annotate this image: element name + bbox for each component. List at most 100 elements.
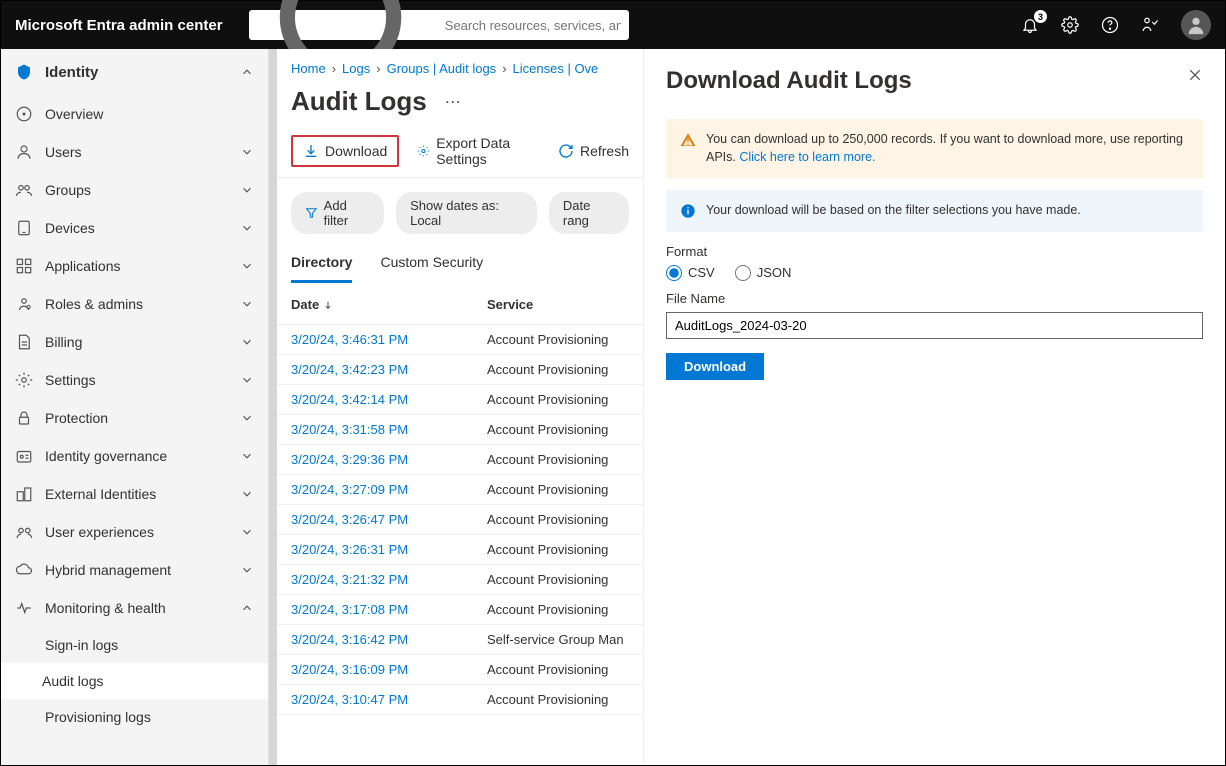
- format-json-radio[interactable]: JSON: [735, 265, 792, 281]
- chevron-down-icon: [240, 525, 254, 539]
- row-date-link[interactable]: 3/20/24, 3:46:31 PM: [291, 332, 487, 347]
- settings-icon[interactable]: [1061, 16, 1079, 34]
- date-display-filter[interactable]: Show dates as: Local: [396, 192, 537, 234]
- table-row[interactable]: 3/20/24, 3:17:08 PMAccount Provisioning: [277, 595, 643, 625]
- sidebar-icon: [15, 409, 33, 427]
- sidebar-item-groups[interactable]: Groups: [1, 171, 268, 209]
- breadcrumb-link[interactable]: Logs: [342, 61, 370, 76]
- row-service: Account Provisioning: [487, 602, 629, 617]
- row-date-link[interactable]: 3/20/24, 3:10:47 PM: [291, 692, 487, 707]
- sidebar-subitem-audit-logs[interactable]: Audit logs: [1, 663, 268, 699]
- content-area: Home › Logs › Groups | Audit logs › Lice…: [269, 49, 643, 765]
- table-row[interactable]: 3/20/24, 3:16:09 PMAccount Provisioning: [277, 655, 643, 685]
- format-label: Format: [666, 244, 1203, 259]
- breadcrumb-link[interactable]: Licenses | Ove: [513, 61, 599, 76]
- row-service: Account Provisioning: [487, 392, 629, 407]
- search-input[interactable]: [439, 18, 621, 33]
- sidebar-item-identity-governance[interactable]: Identity governance: [1, 437, 268, 475]
- sidebar-subitem-sign-in-logs[interactable]: Sign-in logs: [1, 627, 268, 663]
- refresh-button[interactable]: Refresh: [558, 143, 629, 159]
- table-row[interactable]: 3/20/24, 3:42:23 PMAccount Provisioning: [277, 355, 643, 385]
- breadcrumb-link[interactable]: Home: [291, 61, 326, 76]
- notifications-icon[interactable]: 3: [1021, 16, 1039, 34]
- page-title: Audit Logs: [291, 86, 427, 131]
- sidebar-item-users[interactable]: Users: [1, 133, 268, 171]
- learn-more-link[interactable]: Click here to learn more.: [739, 150, 875, 164]
- row-service: Account Provisioning: [487, 692, 629, 707]
- sidebar-item-devices[interactable]: Devices: [1, 209, 268, 247]
- row-date-link[interactable]: 3/20/24, 3:42:23 PM: [291, 362, 487, 377]
- filename-label: File Name: [666, 291, 1203, 306]
- feedback-icon[interactable]: [1141, 16, 1159, 34]
- close-icon[interactable]: [1187, 67, 1203, 83]
- info-icon: [680, 203, 696, 219]
- help-icon[interactable]: [1101, 16, 1119, 34]
- chevron-down-icon: [240, 335, 254, 349]
- table-row[interactable]: 3/20/24, 3:27:09 PMAccount Provisioning: [277, 475, 643, 505]
- sidebar-item-external-identities[interactable]: External Identities: [1, 475, 268, 513]
- table-row[interactable]: 3/20/24, 3:21:32 PMAccount Provisioning: [277, 565, 643, 595]
- sidebar-section-identity[interactable]: Identity: [1, 49, 268, 95]
- sidebar-icon: [15, 143, 33, 161]
- tab-custom-security[interactable]: Custom Security: [380, 248, 483, 283]
- row-date-link[interactable]: 3/20/24, 3:16:42 PM: [291, 632, 487, 647]
- more-actions-icon[interactable]: ⋯: [445, 92, 461, 126]
- sidebar-item-billing[interactable]: Billing: [1, 323, 268, 361]
- row-date-link[interactable]: 3/20/24, 3:21:32 PM: [291, 572, 487, 587]
- breadcrumb-separator: ›: [332, 61, 336, 76]
- chevron-down-icon: [240, 411, 254, 425]
- row-date-link[interactable]: 3/20/24, 3:29:36 PM: [291, 452, 487, 467]
- row-service: Self-service Group Man: [487, 632, 629, 647]
- topbar: Microsoft Entra admin center 3: [1, 1, 1225, 49]
- avatar[interactable]: [1181, 10, 1211, 40]
- sidebar-item-settings[interactable]: Settings: [1, 361, 268, 399]
- global-search[interactable]: [249, 10, 629, 40]
- notification-badge: 3: [1034, 10, 1047, 23]
- sidebar-item-protection[interactable]: Protection: [1, 399, 268, 437]
- row-date-link[interactable]: 3/20/24, 3:27:09 PM: [291, 482, 487, 497]
- row-date-link[interactable]: 3/20/24, 3:17:08 PM: [291, 602, 487, 617]
- download-button[interactable]: Download: [291, 135, 399, 167]
- table-row[interactable]: 3/20/24, 3:31:58 PMAccount Provisioning: [277, 415, 643, 445]
- date-range-filter[interactable]: Date rang: [549, 192, 629, 234]
- sidebar-item-overview[interactable]: Overview: [1, 95, 268, 133]
- row-date-link[interactable]: 3/20/24, 3:26:31 PM: [291, 542, 487, 557]
- row-service: Account Provisioning: [487, 572, 629, 587]
- sidebar-icon: [15, 523, 33, 541]
- sidebar-subitem-provisioning-logs[interactable]: Provisioning logs: [1, 699, 268, 735]
- table-row[interactable]: 3/20/24, 3:46:31 PMAccount Provisioning: [277, 325, 643, 355]
- row-date-link[interactable]: 3/20/24, 3:42:14 PM: [291, 392, 487, 407]
- table-row[interactable]: 3/20/24, 3:42:14 PMAccount Provisioning: [277, 385, 643, 415]
- sidebar-icon: [15, 105, 33, 123]
- download-submit-button[interactable]: Download: [666, 353, 764, 380]
- refresh-icon: [558, 143, 574, 159]
- tab-directory[interactable]: Directory: [291, 248, 352, 283]
- identity-icon: [15, 63, 33, 81]
- format-csv-radio[interactable]: CSV: [666, 265, 715, 281]
- sidebar: Identity OverviewUsersGroupsDevicesAppli…: [1, 49, 269, 765]
- column-header-date[interactable]: Date: [291, 297, 487, 312]
- chevron-down-icon: [240, 297, 254, 311]
- table-row[interactable]: 3/20/24, 3:10:47 PMAccount Provisioning: [277, 685, 643, 715]
- row-date-link[interactable]: 3/20/24, 3:16:09 PM: [291, 662, 487, 677]
- sidebar-item-hybrid-management[interactable]: Hybrid management: [1, 551, 268, 589]
- table-row[interactable]: 3/20/24, 3:29:36 PMAccount Provisioning: [277, 445, 643, 475]
- sort-down-icon: [323, 300, 333, 310]
- breadcrumb-link[interactable]: Groups | Audit logs: [387, 61, 497, 76]
- filter-icon: [305, 206, 318, 220]
- table-row[interactable]: 3/20/24, 3:16:42 PMSelf-service Group Ma…: [277, 625, 643, 655]
- filename-input[interactable]: [666, 312, 1203, 339]
- add-filter-button[interactable]: Add filter: [291, 192, 384, 234]
- table-row[interactable]: 3/20/24, 3:26:31 PMAccount Provisioning: [277, 535, 643, 565]
- row-date-link[interactable]: 3/20/24, 3:31:58 PM: [291, 422, 487, 437]
- sidebar-item-roles-admins[interactable]: Roles & admins: [1, 285, 268, 323]
- sidebar-item-monitoring-health[interactable]: Monitoring & health: [1, 589, 268, 627]
- row-service: Account Provisioning: [487, 452, 629, 467]
- gear-icon: [417, 143, 430, 159]
- row-date-link[interactable]: 3/20/24, 3:26:47 PM: [291, 512, 487, 527]
- column-header-service[interactable]: Service: [487, 297, 629, 312]
- export-settings-button[interactable]: Export Data Settings: [417, 135, 540, 167]
- table-row[interactable]: 3/20/24, 3:26:47 PMAccount Provisioning: [277, 505, 643, 535]
- sidebar-item-user-experiences[interactable]: User experiences: [1, 513, 268, 551]
- sidebar-item-applications[interactable]: Applications: [1, 247, 268, 285]
